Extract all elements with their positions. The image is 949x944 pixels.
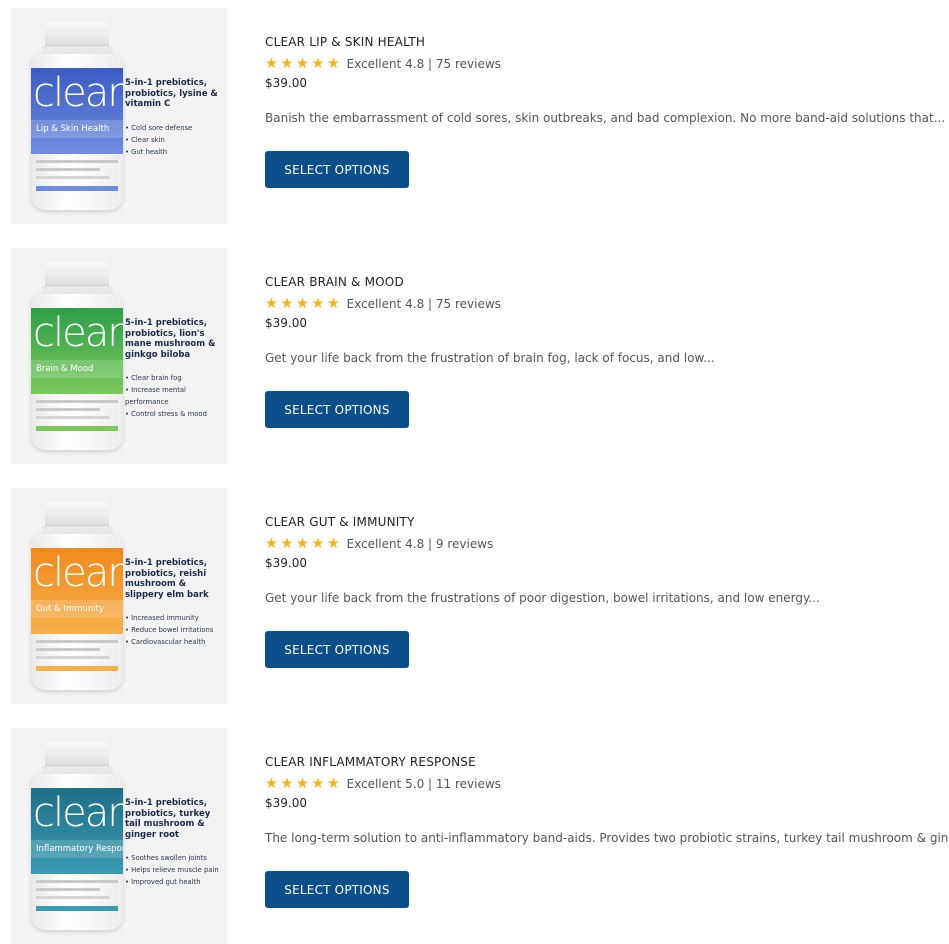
star-rating: ★ ★ ★ ★ ★ — [265, 56, 343, 72]
image-bullet: Clear skin — [125, 134, 225, 146]
image-headline: 5-in-1 prebiotics, probiotics, reishi mu… — [125, 558, 209, 600]
star-icon: ★ — [265, 776, 278, 792]
product-description: The long-term solution to anti-inflammat… — [265, 831, 949, 845]
star-icon: ★ — [265, 56, 278, 72]
rating-text: Excellent 4.8 | 75 reviews — [346, 57, 501, 71]
image-bullets: Cold sore defense Clear skin Gut health — [125, 122, 225, 158]
image-bullet: Improved gut health — [125, 876, 225, 888]
star-icon: ★ — [327, 536, 340, 552]
select-options-button[interactable]: SELECT OPTIONS — [265, 871, 409, 908]
image-bullet: Clear brain fog — [125, 372, 225, 384]
image-bullet: Helps relieve muscle pain — [125, 864, 225, 876]
star-icon: ★ — [280, 296, 294, 312]
star-icon: ★ — [296, 56, 309, 72]
rating-text: Excellent 4.8 | 75 reviews — [346, 297, 501, 311]
product-card: clear Gut & Immunity 5-in-1 prebiotics, … — [0, 480, 949, 704]
star-icon: ★ — [265, 536, 278, 552]
product-image[interactable]: clear Brain & Mood 5-in-1 prebiotics, pr… — [11, 248, 227, 464]
product-rating[interactable]: ★ ★ ★ ★ ★ Excellent 4.8 | 75 reviews — [265, 56, 935, 72]
variant-label: Inflammatory Response — [31, 840, 123, 858]
image-bullet: Increased immunity — [125, 612, 225, 624]
variant-label: Lip & Skin Health — [31, 120, 123, 138]
product-price: $39.00 — [265, 76, 307, 90]
star-rating: ★ ★ ★ ★ ★ — [265, 296, 343, 312]
product-rating[interactable]: ★ ★ ★ ★ ★ Excellent 4.8 | 9 reviews — [265, 536, 935, 552]
bottle-illustration: clear Gut & Immunity — [31, 502, 123, 692]
image-bullet: Reduce bowel irritations — [125, 624, 225, 636]
star-icon: ★ — [280, 536, 294, 552]
product-image[interactable]: clear Lip & Skin Health 5-in-1 prebiotic… — [11, 8, 227, 224]
product-title[interactable]: CLEAR LIP & SKIN HEALTH — [265, 34, 935, 50]
image-headline: 5-in-1 prebiotics, probiotics, turkey ta… — [125, 798, 211, 840]
product-info: CLEAR GUT & IMMUNITY ★ ★ ★ ★ ★ Excellent 4.8… — [265, 514, 935, 668]
image-claims: 5-in-1 prebiotics, probiotics, lion's ma… — [125, 318, 225, 420]
star-icon: ★ — [296, 776, 309, 792]
image-headline: 5-in-1 prebiotics, probiotics, lysine & … — [125, 78, 218, 109]
product-card: clear Inflammatory Response 5-in-1 prebi… — [0, 720, 949, 944]
star-icon: ★ — [280, 56, 294, 72]
star-icon: ★ — [296, 536, 309, 552]
variant-label: Gut & Immunity — [31, 600, 123, 618]
star-rating: ★ ★ ★ ★ ★ — [265, 536, 343, 552]
star-icon: ★ — [311, 536, 325, 552]
product-card: clear Brain & Mood 5-in-1 prebiotics, pr… — [0, 240, 949, 464]
product-description: Banish the embarrassment of cold sores, … — [265, 111, 946, 125]
product-card: clear Lip & Skin Health 5-in-1 prebiotic… — [0, 0, 949, 224]
product-info: CLEAR LIP & SKIN HEALTH ★ ★ ★ ★ ★ Excellent … — [265, 34, 946, 188]
star-icon: ★ — [280, 776, 294, 792]
select-options-button[interactable]: SELECT OPTIONS — [265, 151, 409, 188]
bottle-illustration: clear Inflammatory Response — [31, 742, 123, 932]
star-icon: ★ — [311, 56, 325, 72]
product-info: CLEAR BRAIN & MOOD ★ ★ ★ ★ ★ Excellent 4.8 |… — [265, 274, 935, 428]
star-icon: ★ — [327, 296, 340, 312]
image-bullet: Increase mental performance — [125, 384, 225, 408]
star-icon: ★ — [311, 776, 325, 792]
rating-text: Excellent 4.8 | 9 reviews — [346, 537, 494, 551]
rating-text: Excellent 5.0 | 11 reviews — [346, 777, 501, 791]
star-icon: ★ — [296, 296, 309, 312]
select-options-button[interactable]: SELECT OPTIONS — [265, 391, 409, 428]
product-title[interactable]: CLEAR GUT & IMMUNITY — [265, 514, 935, 530]
brand-wordmark: clear — [33, 550, 123, 596]
product-price: $39.00 — [265, 556, 307, 570]
bottle-illustration: clear Brain & Mood — [31, 262, 123, 452]
product-title[interactable]: CLEAR INFLAMMATORY RESPONSE — [265, 754, 935, 770]
star-rating: ★ ★ ★ ★ ★ — [265, 776, 343, 792]
product-price: $39.00 — [265, 316, 307, 330]
product-rating[interactable]: ★ ★ ★ ★ ★ Excellent 4.8 | 75 reviews — [265, 296, 935, 312]
product-title[interactable]: CLEAR BRAIN & MOOD — [265, 274, 935, 290]
brand-wordmark: clear — [33, 310, 123, 356]
image-bullets: Increased immunity Reduce bowel irritati… — [125, 612, 225, 648]
image-bullet: Cardiovascular health — [125, 636, 225, 648]
bottle-illustration: clear Lip & Skin Health — [31, 22, 123, 212]
image-claims: 5-in-1 prebiotics, probiotics, turkey ta… — [125, 798, 225, 888]
star-icon: ★ — [311, 296, 325, 312]
image-bullets: Soothes swollen joints Helps relieve mus… — [125, 852, 225, 888]
product-image[interactable]: clear Inflammatory Response 5-in-1 prebi… — [11, 728, 227, 944]
product-description: Get your life back from the frustrations… — [265, 591, 820, 605]
select-options-button[interactable]: SELECT OPTIONS — [265, 631, 409, 668]
product-price: $39.00 — [265, 796, 307, 810]
product-list: clear Lip & Skin Health 5-in-1 prebiotic… — [0, 0, 949, 944]
star-icon: ★ — [327, 776, 340, 792]
image-bullet: Gut health — [125, 146, 225, 158]
image-headline: 5-in-1 prebiotics, probiotics, lion's ma… — [125, 318, 216, 360]
product-info: CLEAR INFLAMMATORY RESPONSE ★ ★ ★ ★ ★ Excell… — [265, 754, 949, 908]
brand-wordmark: clear — [33, 70, 123, 116]
product-description: Get your life back from the frustration … — [265, 351, 715, 365]
image-claims: 5-in-1 prebiotics, probiotics, lysine & … — [125, 78, 225, 158]
image-bullet: Cold sore defense — [125, 122, 225, 134]
star-icon: ★ — [265, 296, 278, 312]
brand-wordmark: clear — [33, 790, 123, 836]
variant-label: Brain & Mood — [31, 360, 123, 378]
image-bullet: Control stress & mood — [125, 408, 225, 420]
star-icon: ★ — [327, 56, 340, 72]
image-claims: 5-in-1 prebiotics, probiotics, reishi mu… — [125, 558, 225, 648]
image-bullet: Soothes swollen joints — [125, 852, 225, 864]
product-image[interactable]: clear Gut & Immunity 5-in-1 prebiotics, … — [11, 488, 227, 704]
image-bullets: Clear brain fog Increase mental performa… — [125, 372, 225, 420]
product-rating[interactable]: ★ ★ ★ ★ ★ Excellent 5.0 | 11 reviews — [265, 776, 935, 792]
